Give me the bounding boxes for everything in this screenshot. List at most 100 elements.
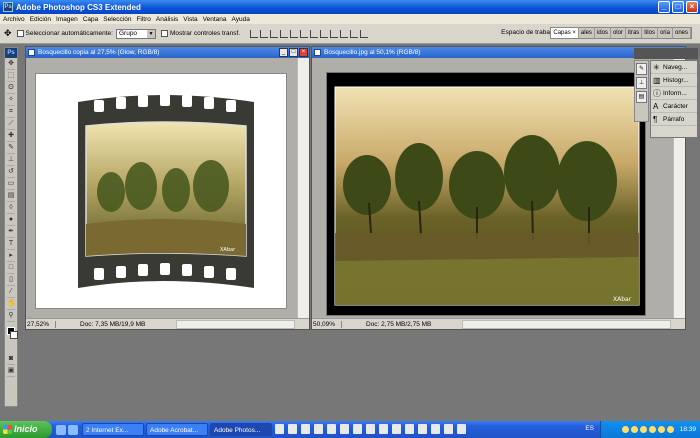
align-hcenter-icon[interactable] <box>290 29 299 38</box>
eyedropper-tool-icon[interactable]: ⁄ <box>7 287 15 298</box>
tray-icon[interactable] <box>657 426 665 433</box>
app-icon[interactable] <box>418 424 427 434</box>
doc-maximize-button[interactable]: □ <box>289 48 298 57</box>
distribute-left-icon[interactable] <box>340 29 349 38</box>
app-icon[interactable] <box>340 424 349 434</box>
browser-icon[interactable] <box>68 424 78 435</box>
panel-dock-header[interactable] <box>634 48 698 59</box>
brush-tool-icon[interactable]: ✎ <box>7 143 15 154</box>
menu-vista[interactable]: Vista <box>183 16 197 23</box>
dock-brush-icon[interactable]: ✎ <box>636 63 647 75</box>
document-title-bar[interactable]: Bosquecillo copia al 27,5% (Glow, RGB/8)… <box>26 47 309 58</box>
clock[interactable]: 18:39 <box>680 426 696 433</box>
document-window-glow[interactable]: Bosquecillo copia al 27,5% (Glow, RGB/8)… <box>25 46 310 330</box>
tab-trazados[interactable]: idos <box>595 28 611 38</box>
app-icon[interactable] <box>379 424 388 434</box>
zoom-level[interactable]: 27,52% <box>26 320 56 328</box>
tab-capas[interactable]: Capas × <box>551 28 579 38</box>
app-icon[interactable] <box>392 424 401 434</box>
distribute-vcenter-icon[interactable] <box>320 29 329 38</box>
menu-capa[interactable]: Capa <box>83 16 99 23</box>
marquee-tool-icon[interactable]: ⬚ <box>7 71 15 82</box>
panel-item-navigator[interactable]: ✳ Naveg... <box>651 61 697 74</box>
pen-tool-icon[interactable]: ✒ <box>7 227 15 238</box>
app-icon[interactable] <box>444 424 453 434</box>
app-icon[interactable] <box>275 424 284 434</box>
menu-edicion[interactable]: Edición <box>30 16 51 23</box>
align-vcenter-icon[interactable] <box>260 29 269 38</box>
panel-item-paragraph[interactable]: ¶ Párrafo <box>651 113 697 126</box>
horizontal-scrollbar[interactable] <box>176 319 295 329</box>
tab-acciones[interactable]: ones <box>673 28 691 38</box>
close-button[interactable]: × <box>686 1 698 13</box>
crop-tool-icon[interactable]: ⌗ <box>7 107 15 118</box>
menu-imagen[interactable]: Imagen <box>56 16 78 23</box>
panel-item-info[interactable]: ⓘ Inform... <box>651 87 697 100</box>
menu-seleccion[interactable]: Selección <box>103 16 131 23</box>
path-selection-icon[interactable]: ▸ <box>7 251 15 262</box>
task-adobe-photoshop[interactable]: Adobe Photos... <box>210 423 272 436</box>
app-icon[interactable] <box>288 424 297 434</box>
type-tool-icon[interactable]: T <box>7 239 15 250</box>
minimize-button[interactable]: _ <box>658 1 670 13</box>
tab-historia[interactable]: oria <box>658 28 673 38</box>
app-icon[interactable] <box>457 424 466 434</box>
hand-tool-icon[interactable]: ✋ <box>7 299 16 310</box>
document-window-original[interactable]: Bosquecillo.jpg al 50,1% (RGB/8) _ □ × <box>311 46 686 330</box>
align-left-icon[interactable] <box>280 29 289 38</box>
tray-icon[interactable] <box>639 426 647 433</box>
distribute-hcenter-icon[interactable] <box>350 29 359 38</box>
task-internet-explorer[interactable]: 2 Internet Ex... <box>82 423 144 436</box>
tab-estilos[interactable]: tilos <box>642 28 658 38</box>
transform-controls-checkbox[interactable] <box>160 30 168 37</box>
align-right-icon[interactable] <box>300 29 309 38</box>
menu-filtro[interactable]: Filtro <box>136 16 150 23</box>
menu-archivo[interactable]: Archivo <box>3 16 25 23</box>
app-icon[interactable] <box>314 424 323 434</box>
background-color-swatch[interactable] <box>10 331 18 339</box>
doc-minimize-button[interactable]: _ <box>279 48 288 57</box>
app-icon[interactable] <box>366 424 375 434</box>
app-icon[interactable] <box>353 424 362 434</box>
app-icon[interactable] <box>301 424 310 434</box>
app-icon[interactable] <box>405 424 414 434</box>
task-adobe-acrobat[interactable]: Adobe Acrobat... <box>146 423 208 436</box>
move-tool-icon[interactable]: ✥ <box>7 59 15 70</box>
canvas-original[interactable]: XAbar <box>326 72 646 316</box>
zoom-tool-icon[interactable]: ⚲ <box>7 311 15 322</box>
dock-layers-icon[interactable]: ▤ <box>636 91 647 103</box>
tab-color[interactable]: olor <box>611 28 626 38</box>
app-icon[interactable] <box>327 424 336 434</box>
tray-icon[interactable] <box>621 426 629 433</box>
distribute-top-icon[interactable] <box>310 29 319 38</box>
app-icon[interactable] <box>431 424 440 434</box>
quick-mask-icon[interactable]: ◙ <box>7 354 15 365</box>
magic-wand-tool-icon[interactable]: ✧ <box>7 95 15 106</box>
lasso-tool-icon[interactable]: ʘ <box>7 83 15 94</box>
document-title-bar[interactable]: Bosquecillo.jpg al 50,1% (RGB/8) _ □ × <box>312 47 685 58</box>
show-desktop-icon[interactable] <box>56 424 66 435</box>
menu-analisis[interactable]: Análisis <box>156 16 178 23</box>
start-button[interactable]: Inicio <box>0 421 52 438</box>
eraser-tool-icon[interactable]: ▭ <box>7 179 15 190</box>
zoom-level[interactable]: 50,09% <box>312 320 342 328</box>
doc-close-button[interactable]: × <box>299 48 308 57</box>
gradient-tool-icon[interactable]: ▤ <box>7 191 15 202</box>
blur-tool-icon[interactable]: ◊ <box>7 203 15 214</box>
tray-icon[interactable] <box>630 426 638 433</box>
slice-tool-icon[interactable]: ⟋ <box>7 119 15 130</box>
horizontal-scrollbar[interactable] <box>462 319 671 329</box>
auto-select-checkbox[interactable] <box>16 30 24 37</box>
menu-ayuda[interactable]: Ayuda <box>232 16 250 23</box>
shape-tool-icon[interactable]: □ <box>7 263 15 274</box>
move-tool-icon[interactable]: ✥ <box>4 28 12 39</box>
tray-icon[interactable] <box>666 426 674 433</box>
dodge-tool-icon[interactable]: ● <box>7 215 15 226</box>
dock-clone-icon[interactable]: ⊥ <box>636 77 647 89</box>
healing-brush-icon[interactable]: ✚ <box>7 131 15 142</box>
align-top-icon[interactable] <box>250 29 259 38</box>
language-indicator[interactable]: ES <box>585 425 594 432</box>
distribute-right-icon[interactable] <box>360 29 369 38</box>
panel-item-histogram[interactable]: ▥ Histogr... <box>651 74 697 87</box>
align-bottom-icon[interactable] <box>270 29 279 38</box>
